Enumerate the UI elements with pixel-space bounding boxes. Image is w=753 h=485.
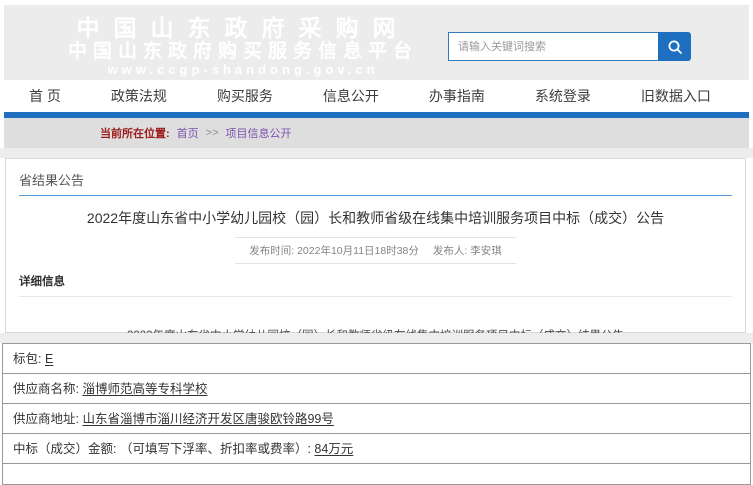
divider-strip-top: [0, 148, 753, 158]
row-label: 标包:: [13, 352, 45, 366]
nav-item-guides[interactable]: 办事指南: [429, 86, 485, 106]
publisher-label: 发布人:: [433, 245, 470, 257]
search-input[interactable]: [448, 32, 658, 61]
row-label: 供应商地址:: [13, 412, 82, 426]
publish-info: 发布时间: 2022年10月11日18时38分 发布人: 李安琪: [235, 237, 515, 264]
row-label: 供应商名称:: [13, 382, 82, 396]
site-logo-subtitle: 中国山东政府购买服务信息平台: [68, 41, 418, 63]
main-nav: 首 页 政策法规 购买服务 信息公开 办事指南 系统登录 旧数据入口: [4, 80, 749, 112]
breadcrumb-location-label: 当前所在位置:: [100, 125, 170, 141]
row-value: 淄博师范高等专科学校: [82, 382, 207, 396]
section-title: 省结果公告: [19, 170, 732, 196]
result-table: 标包: E 供应商名称: 淄博师范高等专科学校 供应商地址: 山东省淄博市淄川经…: [2, 343, 751, 485]
breadcrumb-home-link[interactable]: 首页: [177, 125, 199, 141]
row-label: 中标（成交）金额: （可填写下浮率、折扣率或费率）:: [13, 442, 314, 456]
nav-item-policies[interactable]: 政策法规: [111, 86, 167, 106]
nav-item-system-login[interactable]: 系统登录: [535, 86, 591, 106]
announcement-card: 省结果公告 2022年度山东省中小学幼儿园校（园）长和教师省级在线集中培训服务项…: [5, 158, 746, 333]
table-row-package: 标包: E: [3, 344, 750, 374]
nav-item-info-disclosure[interactable]: 信息公开: [323, 86, 379, 106]
page: { "banner": { "logo_line1": "中国山东政府采购网",…: [0, 0, 753, 474]
nav-item-legacy-data[interactable]: 旧数据入口: [641, 86, 711, 106]
site-logo-title: 中国山东政府采购网: [68, 15, 418, 41]
breadcrumb: 当前所在位置: 首页 >> 项目信息公开: [4, 118, 749, 148]
site-logo-url: www.ccgp-shandong.gov.cn: [68, 63, 418, 78]
nav-item-purchase-services[interactable]: 购买服务: [217, 86, 273, 106]
row-value: 山东省淄博市淄川经济开发区唐骏欧铃路99号: [82, 412, 333, 426]
row-value: E: [45, 352, 53, 366]
table-row-award-amount: 中标（成交）金额: （可填写下浮率、折扣率或费率）: 84万元: [3, 434, 750, 464]
publisher-value: 李安琪: [470, 245, 502, 257]
search-icon: [667, 39, 683, 55]
breadcrumb-separator: >>: [206, 127, 219, 139]
row-value: 84万元: [314, 442, 353, 456]
breadcrumb-current-link[interactable]: 项目信息公开: [226, 125, 292, 141]
search-button[interactable]: [658, 32, 691, 61]
table-row-supplier-name: 供应商名称: 淄博师范高等专科学校: [3, 374, 750, 404]
detail-section-label: 详细信息: [19, 273, 732, 297]
table-row-supplier-address: 供应商地址: 山东省淄博市淄川经济开发区唐骏欧铃路99号: [3, 404, 750, 434]
publish-time-label: 发布时间:: [249, 245, 297, 257]
publish-time-value: 2022年10月11日18时38分: [297, 245, 419, 257]
table-row-partial: [3, 464, 750, 484]
site-banner: 中国山东政府采购网 中国山东政府购买服务信息平台 www.ccgp-shando…: [4, 5, 749, 80]
nav-item-home[interactable]: 首 页: [29, 86, 61, 106]
search-bar: [448, 32, 691, 61]
site-logo: 中国山东政府采购网 中国山东政府购买服务信息平台 www.ccgp-shando…: [68, 15, 418, 78]
divider-strip-bottom: [0, 333, 753, 343]
announcement-title: 2022年度山东省中小学幼儿园校（园）长和教师省级在线集中培训服务项目中标（成交…: [6, 208, 745, 228]
